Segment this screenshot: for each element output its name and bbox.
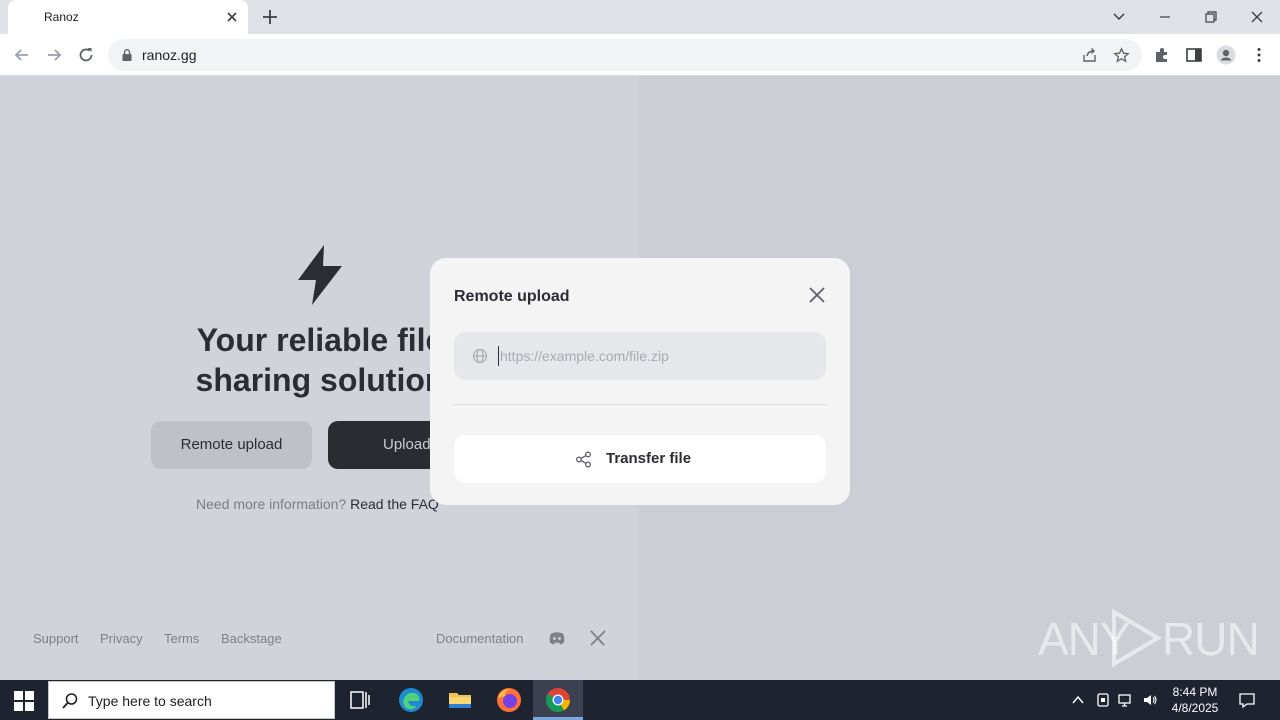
taskbar-clock[interactable]: 8:44 PM 4/8/2025 (1160, 684, 1230, 716)
file-explorer-icon[interactable] (446, 686, 474, 714)
page-content: Your reliable file sharing solution Remo… (0, 76, 1280, 680)
modal-title: Remote upload (454, 288, 570, 305)
browser-toolbar: ranoz.gg (0, 34, 1280, 76)
footer-documentation-link[interactable]: Documentation (436, 631, 523, 646)
forward-icon[interactable] (44, 45, 64, 65)
url-text: ranoz.gg (142, 47, 197, 63)
back-icon[interactable] (12, 45, 32, 65)
tab-ranoz[interactable]: Ranoz (8, 0, 248, 34)
faq-prefix: Need more information? (196, 496, 347, 512)
extensions-icon[interactable] (1153, 46, 1171, 64)
close-modal-icon[interactable] (808, 286, 826, 304)
chrome-icon[interactable] (544, 686, 572, 714)
reload-icon[interactable] (76, 45, 96, 65)
share-page-icon[interactable] (1081, 47, 1098, 64)
search-icon (62, 693, 78, 709)
clock-time: 8:44 PM (1172, 685, 1218, 699)
new-tab-icon[interactable] (260, 7, 280, 27)
footer-terms-link[interactable]: Terms (164, 631, 199, 646)
tab-strip: Ranoz (0, 0, 1280, 34)
close-window-icon[interactable] (1246, 6, 1268, 28)
modal-divider (454, 404, 826, 405)
tray-device-icon[interactable] (1095, 692, 1111, 708)
tab-search-chevron-icon[interactable] (1108, 6, 1130, 28)
close-tab-icon[interactable] (224, 9, 240, 25)
play-logo-icon (1112, 608, 1162, 668)
remote-url-input[interactable] (498, 346, 798, 366)
firefox-icon[interactable] (495, 686, 523, 714)
network-icon[interactable] (1118, 692, 1134, 708)
transfer-file-button[interactable]: Transfer file (454, 435, 826, 483)
task-view-icon[interactable] (346, 686, 374, 714)
remote-url-field[interactable] (454, 332, 826, 380)
clock-date: 4/8/2025 (1171, 701, 1219, 715)
kebab-menu-icon[interactable] (1250, 46, 1268, 64)
anyrun-watermark: ANY RUN (1038, 604, 1260, 668)
profile-avatar-icon[interactable] (1216, 45, 1236, 65)
bookmark-star-icon[interactable] (1113, 47, 1130, 64)
x-twitter-icon[interactable] (589, 629, 607, 647)
windows-start-icon[interactable] (14, 691, 34, 711)
watermark-right: RUN (1162, 613, 1260, 665)
edge-browser-icon[interactable] (397, 686, 425, 714)
globe-icon (472, 348, 488, 364)
footer-support-link[interactable]: Support (33, 631, 79, 646)
restore-icon[interactable] (1200, 6, 1222, 28)
windows-taskbar: Type here to search 8:44 PM 4/8/2025 (0, 680, 1280, 720)
taskbar-search-placeholder: Type here to search (88, 693, 212, 709)
notification-icon[interactable] (1238, 691, 1256, 709)
tray-chevron-up-icon[interactable] (1070, 692, 1086, 708)
address-bar[interactable]: ranoz.gg (108, 39, 1142, 71)
faq-line: Need more information? Read the FAQ (196, 496, 439, 512)
remote-upload-button[interactable]: Remote upload (151, 421, 312, 469)
footer-privacy-link[interactable]: Privacy (100, 631, 143, 646)
lightning-bolt-icon (298, 245, 342, 305)
footer-backstage-link[interactable]: Backstage (221, 631, 282, 646)
minimize-icon[interactable] (1154, 6, 1176, 28)
discord-icon[interactable] (548, 629, 566, 647)
share-nodes-icon (576, 451, 591, 468)
transfer-file-label: Transfer file (606, 450, 692, 467)
remote-upload-modal: Remote upload Transfer file (430, 258, 850, 505)
volume-icon[interactable] (1142, 692, 1158, 708)
tab-title: Ranoz (44, 10, 79, 24)
faq-link[interactable]: Read the FAQ (350, 496, 439, 512)
taskbar-search-box[interactable]: Type here to search (48, 681, 335, 719)
lock-icon[interactable] (120, 48, 134, 62)
side-panel-icon[interactable] (1185, 46, 1203, 64)
